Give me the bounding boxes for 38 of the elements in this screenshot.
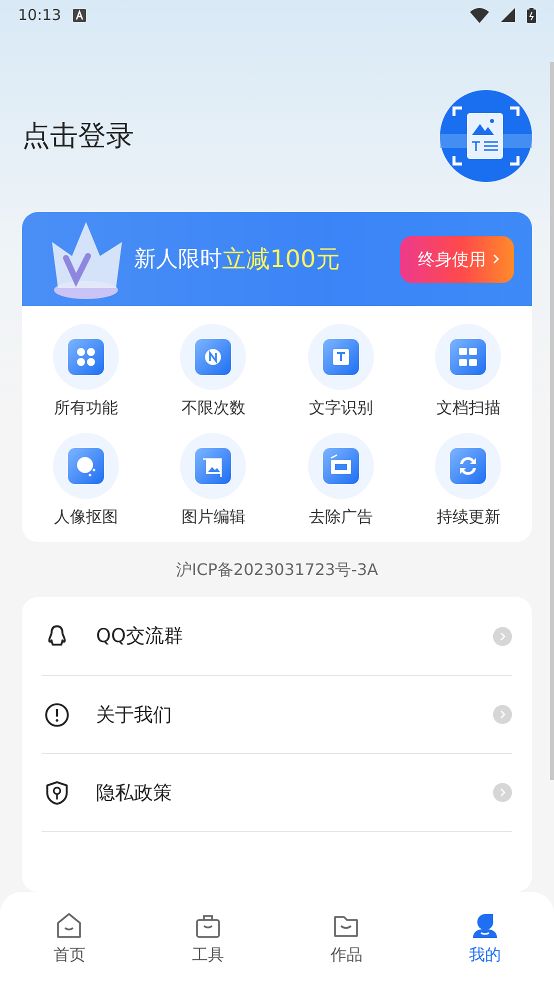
chevron-icon	[493, 783, 512, 802]
square-icon	[322, 339, 359, 375]
feature-item[interactable]: 图片编辑	[150, 433, 277, 528]
refresh-icon	[450, 448, 486, 484]
nav-tab[interactable]: 我的	[416, 892, 554, 984]
promo-text: 新人限时	[134, 246, 222, 274]
feature-item[interactable]: 所有功能	[22, 324, 150, 419]
signal-icon	[501, 8, 515, 22]
clover-icon	[68, 339, 104, 375]
discount-text: 立减100元	[222, 244, 340, 275]
nav-tab[interactable]: 作品	[277, 892, 416, 984]
feature-item[interactable]: 持续更新	[404, 433, 532, 528]
scanner-logo-icon[interactable]	[440, 90, 532, 182]
nav-tab[interactable]: 工具	[138, 892, 277, 984]
grid-icon	[450, 339, 486, 375]
feature-item[interactable]: 去除广告	[277, 433, 404, 528]
feature-item[interactable]: 人像抠图	[22, 433, 150, 528]
menu-item[interactable]: 关于我们	[42, 675, 512, 753]
menu-item[interactable]: QQ交流群	[42, 597, 512, 675]
icp-number: 沪ICP备2023031723号-3A	[174, 559, 380, 581]
shield-icon	[44, 780, 70, 806]
card-icon	[322, 448, 359, 484]
info-icon	[44, 702, 70, 728]
image-icon	[195, 448, 232, 484]
feature-item[interactable]: 文档扫描	[404, 324, 532, 419]
chevron-icon	[493, 626, 512, 646]
login-link[interactable]: 点击登录	[22, 117, 134, 155]
wifi-icon	[470, 8, 489, 22]
bubble-icon	[68, 448, 104, 484]
feature-item[interactable]: 不限次数	[150, 324, 277, 419]
chevron-icon	[493, 705, 512, 724]
nav-tab[interactable]: 首页	[0, 892, 138, 984]
keyboard-icon	[73, 8, 86, 22]
chevron-icon	[492, 253, 500, 265]
feature-item[interactable]: 文字识别	[277, 324, 404, 419]
battery-icon	[527, 8, 536, 22]
status-time: 10:13	[18, 6, 62, 24]
menu-item[interactable]: 隐私政策	[42, 753, 512, 831]
